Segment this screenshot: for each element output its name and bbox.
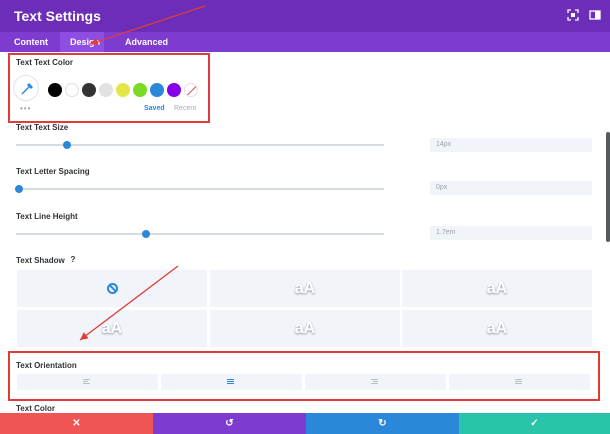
annotation-arrows [79, 5, 206, 341]
annotation-arrow-orientation [79, 265, 179, 341]
undo-button[interactable]: ↺ [153, 413, 306, 434]
save-button[interactable]: ✓ [459, 413, 610, 434]
redo-icon: ↻ [378, 418, 387, 429]
close-icon: ✕ [72, 418, 81, 429]
check-icon: ✓ [530, 418, 539, 429]
redo-button[interactable]: ↻ [306, 413, 459, 434]
annotation-arrow-design-tab [89, 5, 206, 46]
undo-icon: ↺ [225, 418, 234, 429]
action-bar: ✕ ↺ ↻ ✓ [0, 413, 610, 434]
cancel-button[interactable]: ✕ [0, 413, 153, 434]
